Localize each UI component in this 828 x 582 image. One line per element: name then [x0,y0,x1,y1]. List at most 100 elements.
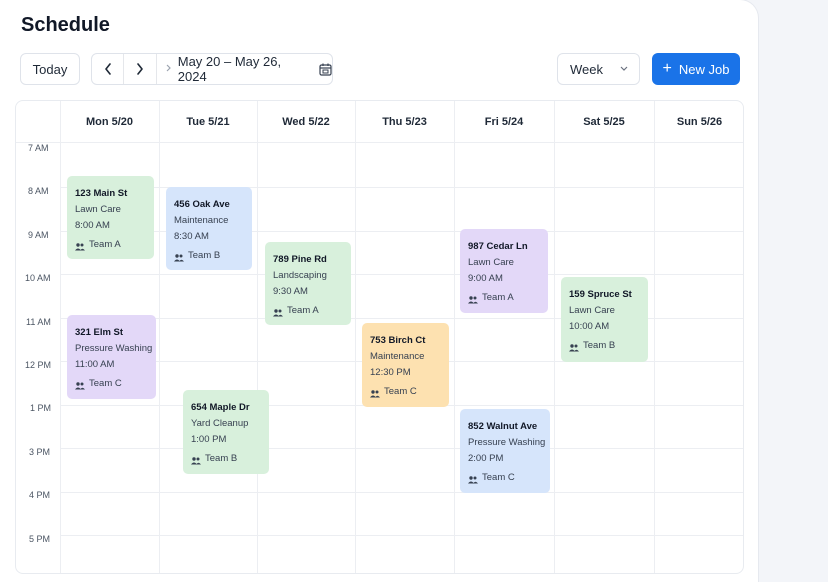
event-address: 456 Oak Ave [174,199,230,210]
day-header-thu: Thu 5/23 [382,115,427,128]
chevron-left-icon [104,63,111,75]
grid-line [355,101,356,573]
event-time: 9:30 AM [273,286,308,297]
week-calendar-grid: Mon 5/20 Tue 5/21 Wed 5/22 Thu 5/23 Fri … [15,100,744,574]
event-time: 10:00 AM [569,321,610,332]
event-service: Lawn Care [468,257,514,268]
grid-line [60,231,743,232]
event-team: Team A [482,292,514,303]
small-chevron-icon [166,64,171,74]
event-team: Team C [384,386,417,397]
grid-line [257,101,258,573]
event-team: Team C [482,472,515,483]
event-team: Team B [188,250,221,261]
event-service: Lawn Care [75,204,121,215]
team-icon [569,342,579,352]
event-service: Pressure Washing [468,437,546,448]
new-job-label: New Job [678,61,730,77]
team-icon [273,307,283,317]
team-icon [468,474,478,484]
grid-line [654,101,655,573]
date-navigator: May 20 – May 26, 2024 [91,53,333,85]
calendar-icon[interactable] [319,63,332,76]
grid-line [60,274,743,275]
event-time: 12:30 PM [370,367,411,378]
team-icon [468,294,478,304]
team-icon [75,380,85,390]
next-week-button[interactable] [124,54,157,84]
event-card[interactable]: 789 Pine Rd Landscaping 9:30 AM Team A [265,242,351,325]
event-card[interactable]: 852 Walnut Ave Pressure Washing 2:00 PM … [460,409,550,493]
team-icon [191,455,201,465]
event-time: 9:00 AM [468,273,503,284]
time-label: 11 AM [26,317,51,327]
event-team: Team B [205,453,238,464]
event-service: Lawn Care [569,305,615,316]
view-select-value: Week [570,61,603,77]
time-label: 9 AM [28,230,49,240]
grid-line [60,448,743,449]
grid-line [60,187,743,188]
event-card[interactable]: 753 Birch Ct Maintenance 12:30 PM Team C [362,323,449,407]
event-address: 654 Maple Dr [191,402,250,413]
time-label: 1 PM [30,403,52,413]
grid-line [60,101,61,573]
chevron-down-icon [620,63,628,73]
event-service: Maintenance [174,215,229,226]
day-header-sat: Sat 5/25 [583,115,625,128]
event-address: 987 Cedar Ln [468,241,528,252]
day-header-fri: Fri 5/24 [484,115,524,128]
time-label: 3 PM [29,447,51,457]
event-card[interactable]: 456 Oak Ave Maintenance 8:30 AM Team B [166,187,252,270]
grid-line [16,142,743,143]
event-team: Team A [89,239,121,250]
event-team: Team C [89,378,122,389]
grid-line [60,535,743,536]
day-header-sun: Sun 5/26 [676,115,723,128]
event-address: 123 Main St [75,188,128,199]
schedule-card: Schedule Today May 20 – May 26, 2024 Wee… [0,0,758,582]
date-range-label[interactable]: May 20 – May 26, 2024 [178,54,311,84]
team-icon [75,241,85,251]
prev-week-button[interactable] [92,54,125,84]
view-select[interactable]: Week [557,53,640,85]
plus-icon: + [662,60,672,77]
today-button[interactable]: Today [20,53,80,85]
grid-line [554,101,555,573]
chevron-right-icon [137,63,143,75]
event-card[interactable]: 987 Cedar Ln Lawn Care 9:00 AM Team A [460,229,548,313]
page-title: Schedule [21,14,110,36]
event-time: 2:00 PM [468,453,504,464]
event-service: Pressure Washing [75,343,153,354]
event-service: Landscaping [273,270,327,281]
event-time: 1:00 PM [191,434,227,445]
grid-line [159,101,160,573]
team-icon [174,252,184,262]
time-label: 10 AM [25,273,51,283]
team-icon [370,388,380,398]
event-service: Maintenance [370,351,425,362]
event-address: 789 Pine Rd [273,254,327,265]
event-address: 852 Walnut Ave [468,421,538,432]
new-job-button[interactable]: + New Job [652,53,740,85]
day-header-wed: Wed 5/22 [282,115,330,128]
event-address: 159 Spruce St [569,289,632,300]
time-label: 4 PM [29,490,51,500]
day-header-mon: Mon 5/20 [85,115,134,128]
event-card[interactable]: 654 Maple Dr Yard Cleanup 1:00 PM Team B [183,390,269,474]
day-header-tue: Tue 5/21 [186,115,230,128]
time-label: 8 AM [28,186,49,196]
grid-line [454,101,455,573]
event-card[interactable]: 123 Main St Lawn Care 8:00 AM Team A [67,176,154,259]
event-card[interactable]: 159 Spruce St Lawn Care 10:00 AM Team B [561,277,648,362]
event-time: 8:00 AM [75,220,110,231]
event-address: 321 Elm St [75,327,124,338]
event-card[interactable]: 321 Elm St Pressure Washing 11:00 AM Tea… [67,315,156,399]
event-address: 753 Birch Ct [370,335,426,346]
event-service: Yard Cleanup [191,418,249,429]
time-label: 7 AM [28,143,49,153]
grid-line [60,492,743,493]
event-time: 11:00 AM [75,359,115,370]
time-label: 5 PM [29,534,51,544]
time-label: 12 PM [25,360,52,370]
